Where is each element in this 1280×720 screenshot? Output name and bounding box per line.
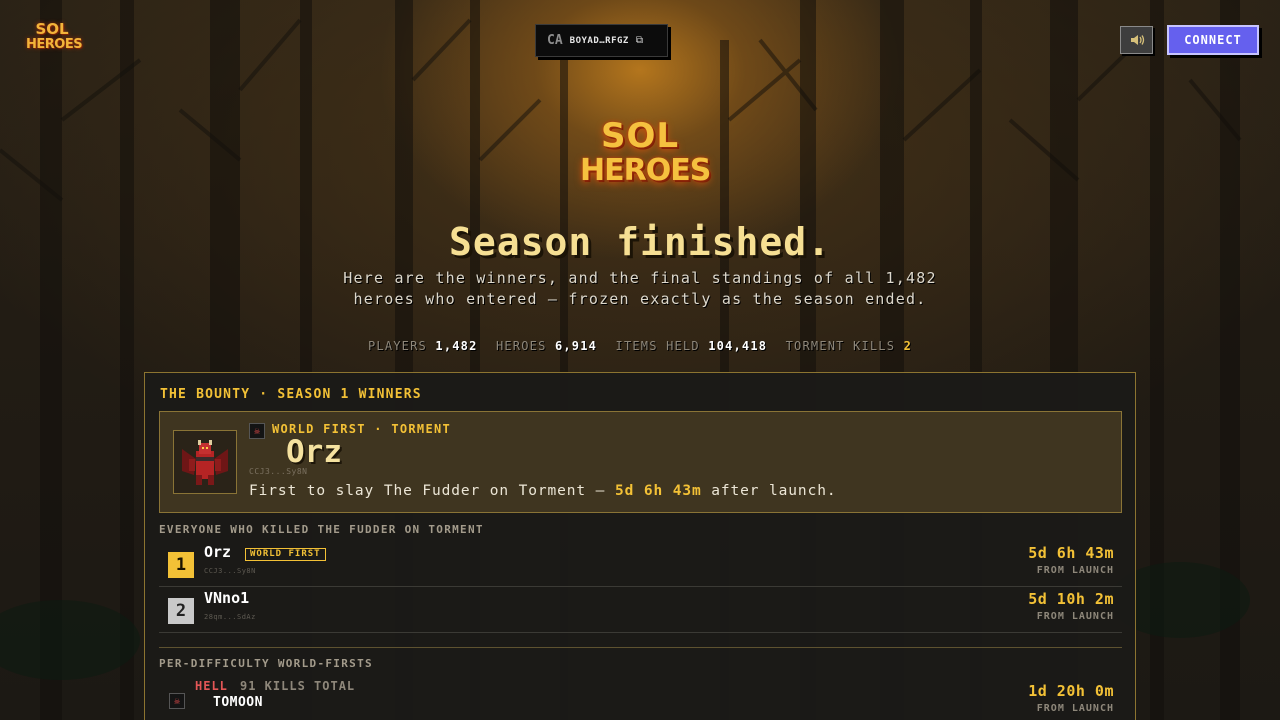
world-first-badge: WORLD FIRST — [245, 548, 326, 561]
stat-players-label: PLAYERS — [367, 339, 427, 353]
page-subtitle: Here are the winners, and the final stan… — [343, 269, 937, 308]
demon-portrait-icon — [182, 440, 228, 485]
kill-time: 5d 6h 43m — [1028, 544, 1114, 562]
page-title: Season finished. — [448, 220, 832, 264]
kill-time: 5d 10h 2m — [1028, 590, 1114, 608]
stat-players-value: 1,482 — [435, 339, 478, 353]
difficulty-first-row[interactable]: ☠ HELL 91 KILLS TOTAL TOMOON 1d 20h 0m F… — [159, 679, 1122, 720]
player-wallet: CCJ3...Sy8N — [204, 567, 256, 575]
section-divider — [159, 647, 1122, 648]
champion-wallet: CCJ3...Sy8N — [249, 467, 308, 476]
stat-items-label: ITEMS HELD — [615, 339, 700, 353]
champion-description: First to slay The Fudder on Torment — 5d… — [249, 483, 836, 499]
champion-avatar — [173, 430, 237, 494]
difficulty-firsts-heading: PER-DIFFICULTY WORLD-FIRSTS — [159, 657, 373, 670]
player-name: Orz — [204, 543, 232, 561]
bounty-heading: THE BOUNTY · SEASON 1 WINNERS — [160, 387, 422, 402]
corner-logo-line2: HEROES — [26, 37, 83, 52]
sound-toggle-button[interactable] — [1120, 26, 1153, 54]
rank-badge: 2 — [168, 598, 194, 624]
hero-logo: SOL HEROES — [580, 116, 711, 188]
torment-kills-heading: EVERYONE WHO KILLED THE FUDDER ON TORMEN… — [159, 523, 484, 536]
bounty-panel: THE BOUNTY · SEASON 1 WINNERS ☠ WORLD FI… — [144, 372, 1136, 720]
corner-logo-line1: SOL — [35, 20, 69, 38]
connect-button[interactable]: CONNECT — [1167, 25, 1259, 55]
stat-heroes-label: HEROES — [495, 339, 547, 353]
hero-logo-line2: HEROES — [580, 153, 711, 188]
champion-desc-post: after launch. — [711, 483, 837, 499]
kill-time-label: FROM LAUNCH — [1036, 565, 1114, 576]
player-wallet: 28qm...SdAz — [204, 613, 256, 621]
stat-torment-kills-label: TORMENT KILLS — [785, 339, 896, 353]
difficulty-kills: 91 KILLS TOTAL — [240, 679, 356, 693]
stat-torment-kills-value: 2 — [903, 339, 913, 353]
world-first-card[interactable]: ☠ WORLD FIRST · TORMENT Orz CCJ3...Sy8N … — [159, 411, 1122, 513]
stat-items-value: 104,418 — [708, 339, 768, 353]
torment-kill-row[interactable]: 1 Orz WORLD FIRST CCJ3...Sy8N 5d 6h 43m … — [159, 541, 1122, 587]
copy-icon[interactable]: ⧉ — [636, 35, 643, 46]
corner-logo[interactable]: SOL HEROES — [26, 20, 83, 53]
torment-kill-row[interactable]: 2 VNno1 28qm...SdAz 5d 10h 2m FROM LAUNC… — [159, 587, 1122, 633]
hero-logo-line1: SOL — [600, 116, 680, 156]
contract-label: CA — [547, 33, 563, 48]
rank-badge: 1 — [168, 552, 194, 578]
player-name: VNno1 — [204, 589, 250, 607]
difficulty-name: HELL — [195, 679, 228, 693]
skull-icon: ☠ — [169, 693, 185, 709]
stat-heroes-value: 6,914 — [554, 339, 598, 353]
champion-desc-pre: First to slay The Fudder on Torment — — [249, 483, 606, 499]
skull-icon: ☠ — [249, 423, 265, 439]
kill-time-label: FROM LAUNCH — [1036, 611, 1114, 622]
contract-address-chip[interactable]: CA BOYAD…RFGZ ⧉ — [535, 24, 668, 57]
kill-time-label: FROM LAUNCH — [1036, 703, 1114, 714]
speaker-icon — [1130, 35, 1144, 45]
champion-desc-time: 5d 6h 43m — [614, 483, 702, 499]
season-stats: PLAYERS 1,482 HEROES 6,914 ITEMS HELD 10… — [0, 339, 1280, 353]
champion-name: Orz — [286, 434, 342, 470]
contract-address: BOYAD…RFGZ — [569, 35, 629, 46]
player-name: TOMOON — [213, 695, 263, 710]
kill-time: 1d 20h 0m — [1028, 682, 1114, 700]
